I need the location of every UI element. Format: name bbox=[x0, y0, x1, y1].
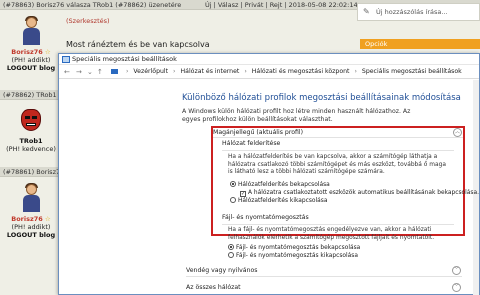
sharing-off-radio[interactable]: Fájl- és nyomtatómegosztás kikapcsolása bbox=[228, 252, 358, 260]
radio-selected[interactable] bbox=[228, 244, 234, 250]
section-header-guest[interactable]: Vendég vagy nyilvános ﹀ bbox=[186, 266, 462, 275]
chevron-down-icon[interactable]: ﹀ bbox=[452, 266, 461, 275]
user-card: TRob1 (PH! kedvence) bbox=[0, 107, 62, 153]
logout-blog-link[interactable]: LOGOUT blog bbox=[0, 231, 62, 239]
chevron-up-icon[interactable]: ︿ bbox=[453, 128, 462, 137]
new-comment-button[interactable]: ✎ Új hozzászólás írása... bbox=[357, 3, 480, 21]
sharing-on-radio[interactable]: Fájl- és nyomtatómegosztás bekapcsolása bbox=[228, 244, 360, 252]
section-title: Az összes hálózat bbox=[186, 284, 241, 291]
post-actions[interactable]: Új | Válasz | Privát | Rejt | 2018-05-08… bbox=[205, 0, 358, 9]
post-header-left: (#78863) Borisz76 válasza TRob1 (#78862)… bbox=[3, 1, 182, 9]
up-arrow-icon[interactable]: ↑ bbox=[97, 65, 103, 79]
post-header-left: (#78862) TRob1 vála... bbox=[3, 91, 58, 99]
network-icon bbox=[62, 56, 70, 63]
option-label: Fájl- és nyomtatómegosztás bekapcsolása bbox=[236, 245, 361, 251]
radio-unselected[interactable] bbox=[230, 197, 236, 203]
main-content: Különböző hálózati profilok megosztási b… bbox=[182, 93, 472, 124]
divider bbox=[222, 224, 454, 225]
user-title: (PH! kedvence) bbox=[6, 145, 56, 153]
breadcrumb-item[interactable]: Hálózati és megosztási központ bbox=[252, 68, 350, 75]
divider bbox=[213, 137, 463, 138]
discovery-description: Ha a hálózatfelderítés be van kapcsolva,… bbox=[228, 154, 446, 175]
breadcrumb-item[interactable]: Speciális megosztási beállítások bbox=[362, 68, 462, 75]
post-header-left: (#78861) Borisz76 vá... bbox=[3, 168, 58, 176]
divider bbox=[222, 150, 454, 151]
radio-unselected[interactable] bbox=[228, 252, 234, 258]
star-icon: ☆ bbox=[44, 48, 51, 56]
pencil-icon: ✎ bbox=[363, 7, 370, 16]
avatar[interactable] bbox=[20, 183, 42, 213]
radio-selected[interactable] bbox=[230, 181, 236, 187]
username[interactable]: Borisz76 bbox=[11, 215, 43, 223]
address-bar[interactable]: ← → ⌄ ↑ › Vezérlőpult › Hálózat és inter… bbox=[59, 65, 479, 79]
avatar[interactable] bbox=[20, 16, 42, 46]
window-title: Speciális megosztási beállítások bbox=[72, 55, 177, 63]
user-title: (PH! addikt) bbox=[11, 223, 51, 231]
breadcrumb-separator-icon: › bbox=[125, 68, 129, 75]
post-body: Most ránéztem és be van kapcsolva bbox=[66, 40, 210, 49]
option-label: Fájl- és nyomtatómegosztás kikapcsolása bbox=[236, 253, 358, 259]
post-header: (#78861) Borisz76 vá... bbox=[0, 167, 58, 177]
section-header-private[interactable]: Magánjellegű (aktuális profil) ︿ bbox=[213, 128, 463, 137]
avatar[interactable] bbox=[18, 107, 44, 135]
options-header[interactable]: Opciók bbox=[360, 39, 480, 49]
option-label: Hálózatfelderítés kikapcsolása bbox=[238, 198, 328, 204]
breadcrumb-separator-icon: › bbox=[244, 68, 247, 75]
breadcrumb-separator-icon: › bbox=[354, 68, 357, 75]
auto-setup-checkbox[interactable]: ✓ A hálózatra csatlakoztatott eszközök au… bbox=[240, 189, 479, 197]
breadcrumb-item[interactable]: Vezérlőpult bbox=[133, 68, 168, 75]
section-title: Vendég vagy nyilvános bbox=[186, 267, 258, 274]
subsection-title: Fájl- és nyomtatómegosztás bbox=[222, 214, 309, 221]
username[interactable]: TRob1 bbox=[0, 137, 62, 145]
new-comment-label: Új hozzászólás írása... bbox=[376, 8, 448, 16]
edit-note[interactable]: (Szerkesztés) bbox=[66, 17, 110, 25]
page-title: Különböző hálózati profilok megosztási b… bbox=[182, 93, 461, 103]
logout-blog-link[interactable]: LOGOUT blog bbox=[0, 64, 62, 72]
star-icon: ☆ bbox=[44, 215, 51, 223]
scrollbar[interactable] bbox=[473, 80, 479, 295]
recent-dropdown-icon[interactable]: ⌄ bbox=[87, 65, 93, 79]
user-card: Borisz76 ☆ (PH! addikt) LOGOUT blog bbox=[0, 183, 62, 239]
window-titlebar[interactable]: Speciális megosztási beállítások bbox=[59, 54, 479, 65]
subsection-title: Hálózat felderítése bbox=[222, 140, 281, 147]
section-header-all[interactable]: Az összes hálózat ﹀ bbox=[186, 283, 462, 292]
discovery-on-radio[interactable]: Hálózatfelderítés bekapcsolása bbox=[230, 181, 330, 189]
divider bbox=[186, 276, 462, 277]
option-label: Hálózatfelderítés bekapcsolása bbox=[238, 182, 330, 188]
option-label: A hálózatra csatlakoztatott eszközök aut… bbox=[248, 190, 479, 196]
username[interactable]: Borisz76 bbox=[11, 48, 43, 56]
intro-text: A Windows külön hálózati profilt hoz lét… bbox=[182, 108, 411, 123]
back-arrow-icon[interactable]: ← bbox=[64, 65, 70, 79]
user-card: Borisz76 ☆ (PH! addikt) LOGOUT blog bbox=[0, 16, 62, 72]
post-header: (#78862) TRob1 vála... bbox=[0, 90, 58, 100]
breadcrumb: › Vezérlőpult › Hálózat és internet › Há… bbox=[111, 65, 462, 79]
discovery-off-radio[interactable]: Hálózatfelderítés kikapcsolása bbox=[230, 197, 327, 205]
forward-arrow-icon[interactable]: → bbox=[76, 65, 82, 79]
right-panel: ✎ Új hozzászólás írása... bbox=[357, 3, 480, 21]
user-title: (PH! addikt) bbox=[11, 56, 51, 64]
sharing-description: Ha a fájl- és nyomtatómegosztás engedély… bbox=[228, 227, 435, 241]
breadcrumb-item[interactable]: Hálózat és internet bbox=[181, 68, 240, 75]
section-title: Magánjellegű (aktuális profil) bbox=[213, 129, 304, 136]
chevron-down-icon[interactable]: ﹀ bbox=[452, 283, 461, 292]
breadcrumb-separator-icon: › bbox=[173, 68, 176, 75]
control-panel-icon bbox=[111, 68, 118, 74]
